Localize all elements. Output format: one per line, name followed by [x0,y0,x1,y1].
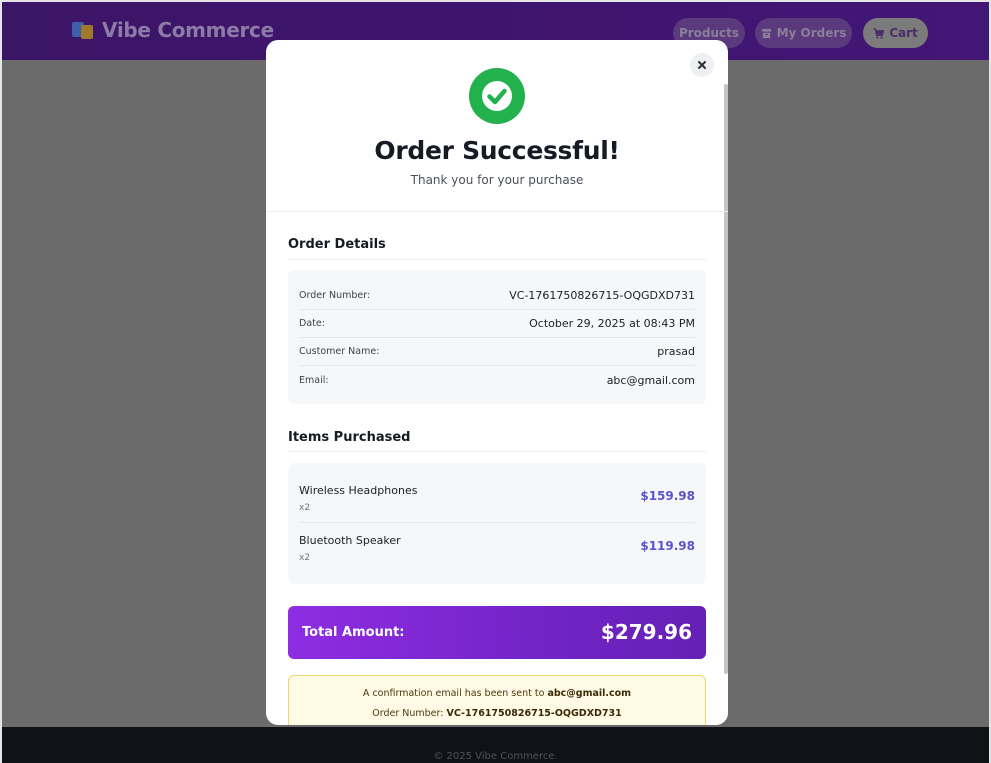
books-logo-icon [72,19,94,41]
detail-value: VC-1761750826715-OQGDXD731 [509,289,695,302]
item-name: Bluetooth Speaker [299,534,401,547]
box-icon [761,28,771,38]
check-circle-icon [469,68,525,124]
items-purchased-heading: Items Purchased [288,430,411,445]
header-divider [266,211,728,212]
detail-value: abc@gmail.com [606,373,695,387]
order-details-heading: Order Details [288,237,386,252]
cart-icon [873,27,885,38]
items-purchased-rule [288,451,706,452]
item-price: $119.98 [640,539,695,553]
my-orders-label: My Orders [776,26,847,40]
total-value: $279.96 [600,620,692,644]
brand[interactable]: Vibe Commerce [72,18,274,42]
close-button[interactable] [690,53,714,77]
confirmation-email-line: A confirmation email has been sent to ab… [289,688,705,699]
item-name: Wireless Headphones [299,484,418,497]
cart-label: Cart [889,26,918,40]
detail-row-order-number: Order Number: VC-1761750826715-OQGDXD731 [299,282,695,310]
detail-row-email: Email: abc@gmail.com [299,366,695,394]
footer: © 2025 Vibe Commerce. [2,727,989,763]
confirmation-notice: A confirmation email has been sent to ab… [288,675,706,725]
modal-subtitle: Thank you for your purchase [410,173,584,187]
cart-button[interactable]: Cart [863,18,928,48]
total-label: Total Amount: [302,625,405,640]
confirmation-order-number: VC-1761750826715-OQGDXD731 [446,708,622,719]
order-details-box: Order Number: VC-1761750826715-OQGDXD731… [288,270,706,404]
detail-row-customer-name: Customer Name: prasad [299,338,695,366]
products-label: Products [678,26,740,40]
confirmation-order-text: Order Number: [372,708,444,719]
order-success-modal: Order Successful! Thank you for your pur… [266,40,728,725]
confirmation-email-text: A confirmation email has been sent to [362,688,545,699]
items-box: Wireless Headphones x2 $159.98 Bluetooth… [288,463,706,584]
order-details-rule [288,259,706,260]
list-item: Wireless Headphones x2 $159.98 [299,473,695,523]
detail-row-date: Date: October 29, 2025 at 08:43 PM [299,310,695,338]
detail-value: October 29, 2025 at 08:43 PM [529,317,695,330]
list-item: Bluetooth Speaker x2 $119.98 [299,523,695,573]
my-orders-button[interactable]: My Orders [755,18,852,48]
brand-name: Vibe Commerce [102,18,274,42]
footer-copyright: © 2025 Vibe Commerce. [433,751,558,762]
item-quantity: x2 [299,553,311,563]
item-price: $159.98 [640,489,695,503]
detail-label: Order Number: [299,290,371,301]
detail-label: Date: [299,318,325,329]
detail-value: prasad [657,345,695,358]
item-quantity: x2 [299,503,311,513]
total-amount-box: Total Amount: $279.96 [288,606,706,659]
modal-title: Order Successful! [374,136,620,165]
confirmation-order-line: Order Number: VC-1761750826715-OQGDXD731 [289,708,705,719]
close-icon [698,61,706,69]
confirmation-email: abc@gmail.com [547,688,632,699]
detail-label: Email: [299,374,329,386]
detail-label: Customer Name: [299,346,380,357]
